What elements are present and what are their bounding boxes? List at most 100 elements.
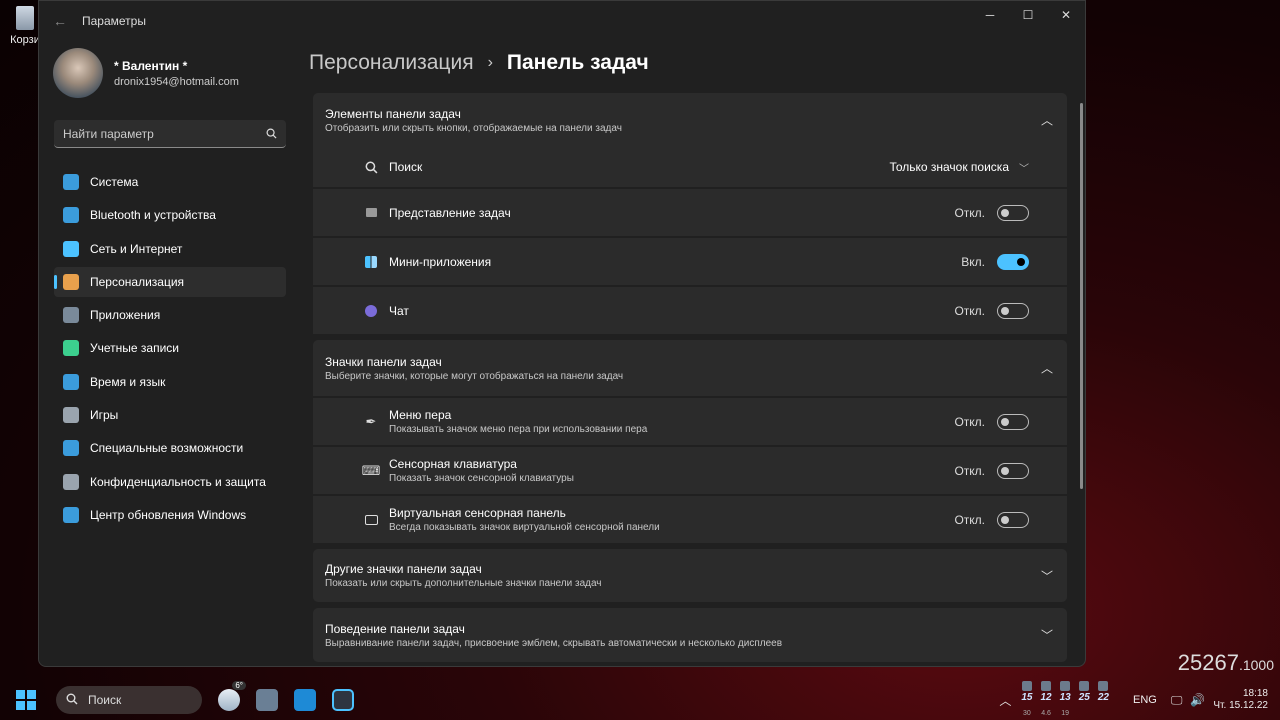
sidebar-item-monitor[interactable]: Система (54, 167, 286, 197)
volume-icon[interactable]: 🔊 (1190, 693, 1205, 707)
section-other-icons[interactable]: Другие значки панели задач Показать или … (313, 549, 1067, 602)
sidebar-item-brush[interactable]: Персонализация (54, 266, 286, 297)
clock-time: 18:18 (1242, 687, 1268, 699)
task-view-toggle[interactable] (997, 204, 1029, 221)
sidebar-item-globe[interactable]: Время и язык (54, 367, 286, 397)
settings-app-icon[interactable] (332, 689, 354, 711)
search-icon (363, 159, 379, 175)
scrollbar[interactable] (1080, 103, 1083, 489)
search-mode-dropdown[interactable]: Только значок поиска ﹀ (889, 160, 1029, 175)
search-icon (266, 128, 277, 139)
tray-app-icon (1021, 681, 1032, 691)
close-button[interactable]: ✕ (1047, 1, 1085, 29)
back-arrow-icon[interactable]: ← (53, 13, 69, 29)
chevron-down-icon: ﹀ (1040, 569, 1053, 583)
tray-subnumber: 19 (1061, 710, 1070, 717)
monitor-icon (63, 174, 79, 190)
person-icon (63, 340, 79, 357)
toggle-state-text: Откл. (954, 303, 985, 318)
sidebar-item-apps[interactable]: Приложения (54, 300, 286, 330)
section-subtitle: Отобразить или скрыть кнопки, отображаем… (325, 122, 622, 134)
section-header[interactable]: Значки панели задач Выберите значки, кот… (313, 340, 1067, 396)
recycle-bin-label: Корзи (10, 34, 40, 46)
sidebar-item-gamepad[interactable]: Игры (54, 400, 286, 430)
sidebar: * Валентин * dronix1954@hotmail.com Найт… (39, 41, 301, 533)
language-indicator[interactable]: ENG (1133, 694, 1157, 706)
tray-number: 12 (1040, 692, 1052, 703)
tray-monitor-item[interactable]: 15 30 (1021, 681, 1033, 719)
sidebar-item-accessibility[interactable]: Специальные возможности (54, 433, 286, 463)
bluetooth-icon (63, 207, 79, 224)
pen-menu-toggle[interactable] (997, 413, 1029, 430)
system-tray: ︿ 15 30 12 4.6 13 19 25 22 ENG 🖵 🔊 18:18 Чт. 15… (999, 680, 1280, 720)
avatar (53, 48, 103, 98)
taskbar: Поиск 6° ︿ 15 30 12 4.6 13 19 25 22 ENG 🖵 🔊 18:… (0, 680, 1280, 720)
section-behavior[interactable]: Поведение панели задач Выравнивание пане… (313, 608, 1067, 662)
section-title: Поведение панели задач (325, 621, 465, 636)
toggle-state-text: Откл. (954, 512, 985, 527)
clock[interactable]: 18:18 Чт. 15.12.22 (1213, 688, 1268, 713)
terminal-icon[interactable] (256, 689, 278, 711)
toggle-state-text: Вкл. (961, 254, 985, 269)
windows-start-icon[interactable] (16, 690, 36, 710)
globe-icon (63, 373, 79, 390)
clock-date: Чт. 15.12.22 (1213, 700, 1268, 711)
maximize-button[interactable]: ☐ (1009, 1, 1047, 29)
desktop-app-icon[interactable] (294, 689, 316, 711)
tray-monitor-item[interactable]: 22 (1098, 681, 1109, 719)
tray-monitor-item[interactable]: 13 19 (1060, 681, 1071, 719)
touchpad-toggle[interactable] (997, 511, 1029, 528)
chat-icon (363, 303, 379, 319)
sidebar-item-label: Система (90, 175, 139, 189)
brush-icon (63, 273, 79, 290)
setting-row-widgets: Мини-приложения Вкл. (313, 236, 1067, 285)
touchpad-icon (363, 512, 379, 528)
taskbar-search[interactable]: Поиск (56, 686, 202, 714)
sidebar-item-person[interactable]: Учетные записи (54, 333, 286, 363)
tray-monitor-item[interactable]: 25 (1079, 681, 1090, 719)
weather-icon[interactable]: 6° (218, 681, 246, 711)
main-panel: Персонализация › Панель задач Элементы п… (309, 41, 1085, 666)
setting-label: Меню пера (389, 408, 452, 422)
sidebar-item-label: Приложения (90, 308, 161, 323)
tray-monitor-icons: 15 30 12 4.6 13 19 25 22 (1021, 681, 1109, 719)
sidebar-item-bluetooth[interactable]: Bluetooth и устройства (54, 200, 286, 230)
sidebar-item-label: Персонализация (90, 274, 185, 289)
chevron-down-icon: ﹀ (1019, 163, 1029, 175)
setting-row-search: Поиск Только значок поиска ﹀ (313, 147, 1067, 187)
user-profile[interactable]: * Валентин * dronix1954@hotmail.com (39, 41, 301, 98)
setting-label: Виртуальная сенсорная панель (389, 506, 566, 520)
tray-monitor-item[interactable]: 12 4.6 (1041, 681, 1052, 719)
sidebar-item-update[interactable]: Центр обновления Windows (54, 500, 286, 530)
chevron-up-icon[interactable]: ︿ (999, 692, 1011, 709)
section-header: Поведение панели задач Выравнивание пане… (313, 608, 1067, 662)
sidebar-item-label: Bluetooth и устройства (90, 208, 216, 223)
sidebar-item-label: Игры (90, 408, 119, 423)
settings-search-input[interactable]: Найти параметр (54, 120, 286, 148)
section-header[interactable]: Элементы панели задач Отобразить или скр… (313, 93, 1067, 147)
network-icon[interactable]: 🖵 (1171, 693, 1183, 708)
tray-subnumber: 4.6 (1041, 710, 1051, 717)
section-subtitle: Выберите значки, которые могут отображат… (325, 370, 624, 382)
widgets-toggle[interactable] (997, 253, 1029, 270)
settings-content: Элементы панели задач Отобразить или скр… (313, 93, 1067, 666)
section-taskbar-items: Элементы панели задач Отобразить или скр… (313, 93, 1067, 334)
chevron-down-icon: ﹀ (1040, 628, 1053, 643)
minimize-button[interactable]: ─ (971, 1, 1009, 29)
setting-description: Всегда показывать значок виртуальной сен… (389, 522, 660, 533)
update-icon (63, 506, 79, 523)
chat-toggle[interactable] (997, 302, 1029, 319)
touch-keyboard-toggle[interactable] (997, 462, 1029, 479)
tray-app-icon (1098, 681, 1109, 691)
section-title: Значки панели задач (325, 354, 442, 369)
setting-description: Показать значок сенсорной клавиатуры (389, 473, 574, 484)
setting-label: Чат (389, 303, 409, 318)
section-subtitle: Показать или скрыть дополнительные значк… (325, 578, 602, 589)
sidebar-item-label: Центр обновления Windows (90, 507, 247, 522)
recycle-bin-shortcut[interactable]: Корзи (8, 6, 42, 46)
breadcrumb-parent[interactable]: Персонализация (309, 51, 474, 75)
sidebar-item-shield[interactable]: Конфиденциальность и защита (54, 467, 286, 497)
sidebar-item-wifi[interactable]: Сеть и Интернет (54, 234, 286, 264)
setting-label: Поиск (389, 160, 423, 174)
widgets-icon (363, 254, 379, 270)
